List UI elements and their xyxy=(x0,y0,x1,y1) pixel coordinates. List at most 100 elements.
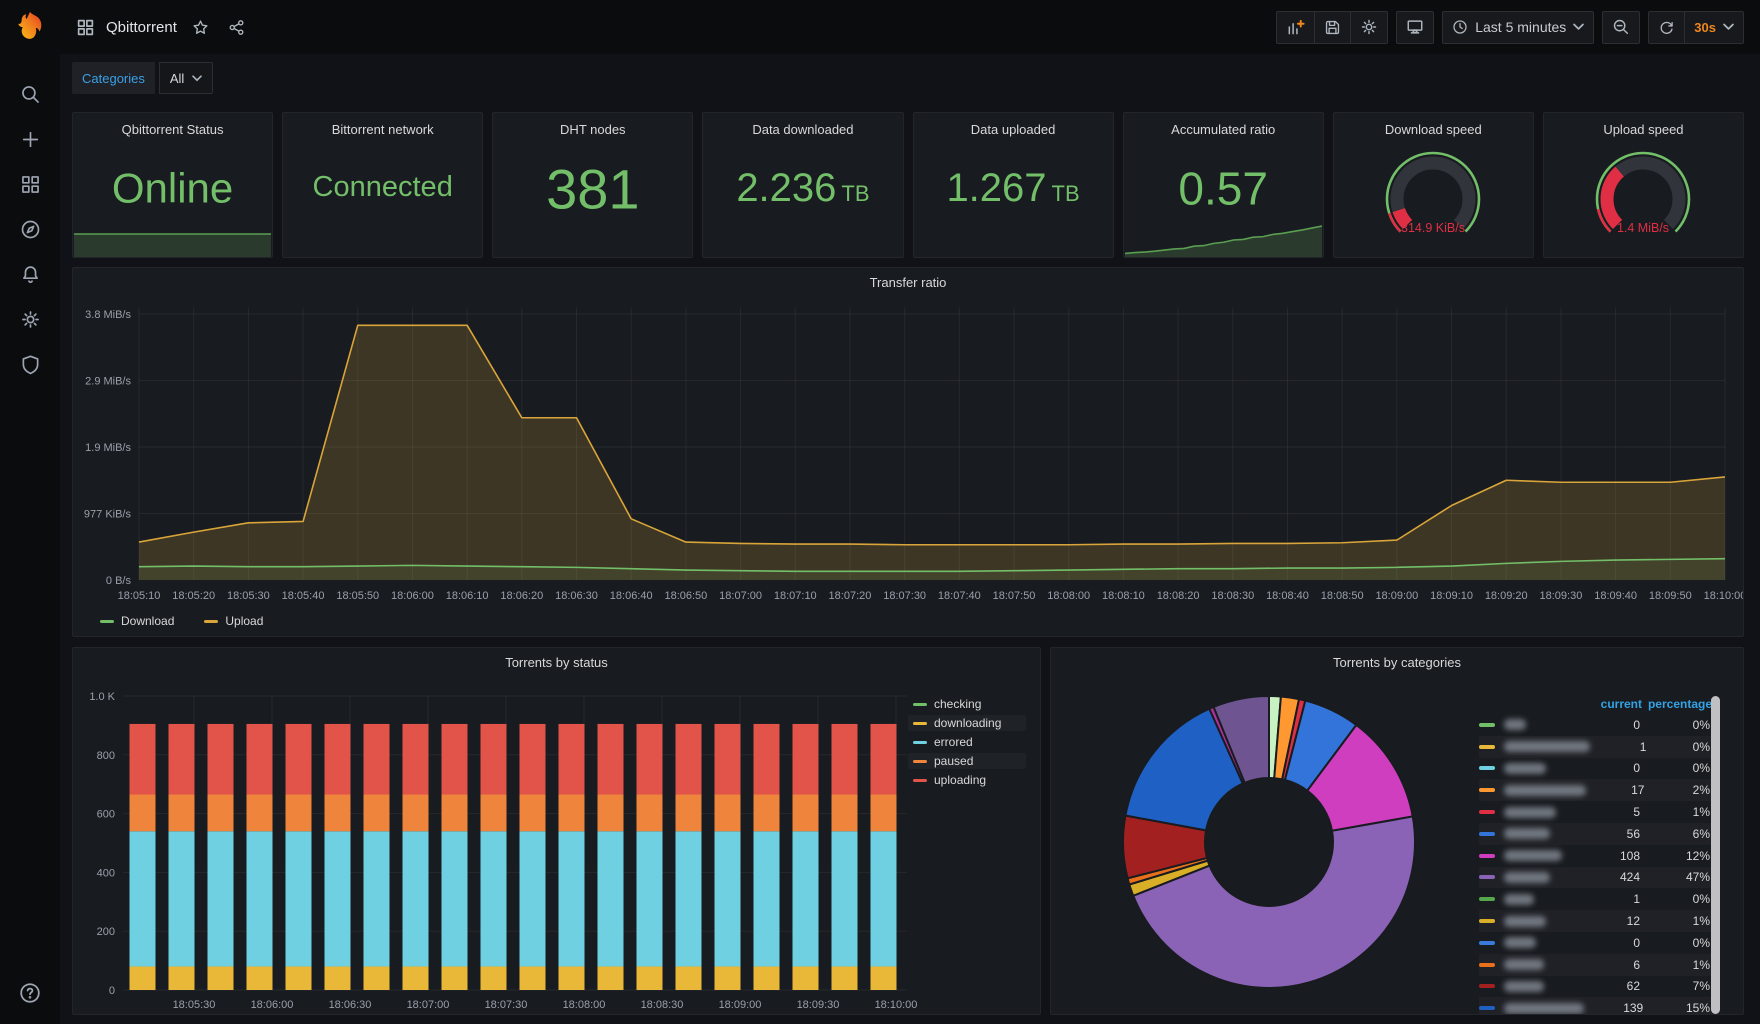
bar-segment-downloading xyxy=(792,966,819,990)
blurred-category-name xyxy=(1504,762,1546,774)
time-range-picker[interactable]: Last 5 minutes xyxy=(1442,10,1595,44)
x-axis-label: 18:09:40 xyxy=(1594,590,1637,602)
x-axis-label: 18:08:20 xyxy=(1157,590,1200,602)
stat-title[interactable]: Accumulated ratio xyxy=(1124,113,1323,137)
stat-title[interactable]: Data downloaded xyxy=(703,113,902,137)
legend-swatch xyxy=(1479,875,1495,880)
refresh-interval-picker[interactable]: 30s xyxy=(1684,10,1744,44)
stats-row: Qbittorrent Status Online Bittorrent netwo… xyxy=(72,112,1744,258)
x-axis-label: 18:06:30 xyxy=(329,999,372,1011)
legend-label: paused xyxy=(934,754,974,768)
stat-title[interactable]: Bittorrent network xyxy=(283,113,482,137)
stat-title[interactable]: Data uploaded xyxy=(914,113,1113,137)
legend-item-paused[interactable]: paused xyxy=(908,753,1026,769)
bottom-row: Torrents by status 0 200 400 600 800 1.0 K 18:… xyxy=(72,647,1744,1015)
table-row[interactable]: 1 0% xyxy=(1479,735,1712,758)
x-axis-label: 18:08:00 xyxy=(1047,590,1090,602)
x-axis-label: 18:08:00 xyxy=(563,999,606,1011)
cycle-view-icon[interactable] xyxy=(1396,10,1435,44)
series-area-upload xyxy=(139,325,1725,580)
legend-item-download[interactable]: Download xyxy=(95,613,179,629)
x-axis-label: 18:07:30 xyxy=(485,999,528,1011)
table-row[interactable]: 108 12% xyxy=(1479,845,1712,867)
bar-segment-uploading xyxy=(480,723,507,795)
current-value: 0 xyxy=(1633,717,1640,732)
bar-segment-errored xyxy=(597,831,624,967)
current-value: 6 xyxy=(1633,957,1640,972)
table-row[interactable]: 56 6% xyxy=(1479,822,1712,845)
categories-variable-value[interactable]: All xyxy=(158,62,214,94)
refresh-interval-label: 30s xyxy=(1694,19,1716,35)
header-current[interactable]: current xyxy=(1580,697,1642,711)
scrollbar[interactable] xyxy=(1711,696,1720,1014)
categories-legend-table: current percentage 0 0% 1 0% 0 0% 17 2% 5 1% 56 6% 108… xyxy=(1479,694,1712,1014)
table-row[interactable]: 62 7% xyxy=(1479,976,1712,998)
percentage-value: 12% xyxy=(1685,848,1710,863)
bar-segment-errored xyxy=(246,831,273,967)
blurred-category-name xyxy=(1504,806,1556,818)
legend-item-errored[interactable]: errored xyxy=(908,734,1026,750)
alerting-icon[interactable] xyxy=(13,257,47,291)
help-icon[interactable] xyxy=(13,976,47,1010)
header-percentage[interactable]: percentage xyxy=(1642,697,1712,711)
table-row[interactable]: 139 15% xyxy=(1479,997,1712,1014)
bar-segment-downloading xyxy=(558,966,585,990)
share-icon[interactable] xyxy=(224,15,249,40)
settings-icon[interactable] xyxy=(13,302,47,336)
dashboard-title: Qbittorrent xyxy=(106,18,177,36)
shield-icon[interactable] xyxy=(13,347,47,381)
refresh-icon[interactable] xyxy=(1648,10,1685,44)
table-row[interactable]: 424 47% xyxy=(1479,866,1712,889)
table-row[interactable]: 0 0% xyxy=(1479,714,1712,736)
table-row[interactable]: 5 1% xyxy=(1479,801,1712,823)
categories-variable-label[interactable]: Categories xyxy=(72,62,155,94)
stat-unit: TB xyxy=(1051,181,1080,207)
x-axis-label: 18:05:30 xyxy=(173,999,216,1011)
stat-value-text: 1.267 xyxy=(946,166,1047,211)
transfer-legend: Download Upload xyxy=(95,613,268,629)
blurred-category-name xyxy=(1504,850,1562,862)
percentage-value: 6% xyxy=(1692,826,1710,841)
table-row[interactable]: 0 0% xyxy=(1479,932,1712,954)
add-icon[interactable] xyxy=(13,122,47,156)
bar-segment-paused xyxy=(207,794,234,832)
current-value: 1 xyxy=(1633,892,1640,907)
x-axis-label: 18:06:00 xyxy=(251,999,294,1011)
save-dashboard-icon[interactable] xyxy=(1314,10,1351,44)
gauge-value: 314.9 KiB/s xyxy=(1401,221,1465,235)
bar-segment-paused xyxy=(870,794,897,832)
stat-title[interactable]: Upload speed xyxy=(1544,113,1743,137)
legend-item-upload[interactable]: Upload xyxy=(199,613,268,629)
bar-segment-errored xyxy=(870,831,897,967)
stat-title[interactable]: Download speed xyxy=(1334,113,1533,137)
legend-item-uploading[interactable]: uploading xyxy=(908,772,1026,788)
stat-value: 1.267 TB xyxy=(914,168,1113,208)
table-row[interactable]: 6 1% xyxy=(1479,953,1712,976)
legend-item-downloading[interactable]: downloading xyxy=(908,715,1026,731)
bar-segment-errored xyxy=(753,831,780,967)
bar-segment-downloading xyxy=(207,966,234,990)
grafana-logo-icon[interactable] xyxy=(12,9,48,45)
bar-segment-errored xyxy=(831,831,858,967)
stat-title[interactable]: DHT nodes xyxy=(493,113,692,137)
stat-title[interactable]: Qbittorrent Status xyxy=(73,113,272,137)
bar-segment-paused xyxy=(597,794,624,832)
dashboard-settings-icon[interactable] xyxy=(1350,10,1389,44)
zoom-out-icon[interactable] xyxy=(1602,10,1641,44)
table-row[interactable]: 12 1% xyxy=(1479,910,1712,932)
search-icon[interactable] xyxy=(13,77,47,111)
main-area: Qbittorrent Last 5 minutes 30s Categorie… xyxy=(60,0,1760,1024)
table-row[interactable]: 1 0% xyxy=(1479,888,1712,910)
current-value: 108 xyxy=(1619,848,1640,863)
legend-item-checking[interactable]: checking xyxy=(908,696,1026,712)
star-icon[interactable] xyxy=(188,15,213,40)
panel-title[interactable]: Torrents by categories xyxy=(1051,648,1743,670)
bar-segment-downloading xyxy=(870,966,897,990)
table-row[interactable]: 17 2% xyxy=(1479,779,1712,802)
percentage-value: 0% xyxy=(1692,892,1710,907)
add-panel-icon[interactable] xyxy=(1276,10,1315,44)
table-row[interactable]: 0 0% xyxy=(1479,758,1712,780)
blurred-category-name xyxy=(1504,915,1546,927)
dashboards-icon[interactable] xyxy=(13,167,47,201)
explore-icon[interactable] xyxy=(13,212,47,246)
